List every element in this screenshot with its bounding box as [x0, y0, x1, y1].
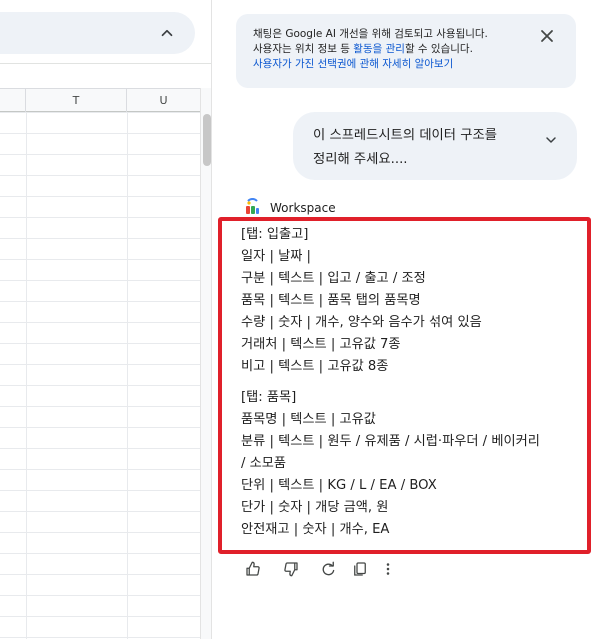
chevron-down-icon[interactable] — [543, 132, 559, 148]
thumb-down-icon[interactable] — [282, 560, 300, 578]
grid-row-line — [0, 406, 200, 407]
response-line: 분류 | 텍스트 | 원두 / 유제품 / 시럽·파우더 / 베이커리 — [241, 434, 540, 449]
response-block-items: [탭: 품목] 품목명 | 텍스트 | 고유값분류 | 텍스트 | 원두 / 유제… — [241, 387, 581, 541]
grid-row-line — [0, 133, 200, 134]
thumb-up-icon[interactable] — [244, 560, 262, 578]
notice-text: 사용자는 위치 정보 등 — [253, 43, 354, 55]
response-line: 단가 | 숫자 | 개당 금액, 원 — [241, 500, 389, 515]
response-line: 단위 | 텍스트 | KG / L / EA / BOX — [241, 478, 437, 493]
user-message-line-1: 이 스프레드시트의 데이터 구조를 — [313, 128, 497, 143]
grid-row-line — [0, 322, 200, 323]
user-message-bubble: 이 스프레드시트의 데이터 구조를 정리해 주세요.... — [293, 112, 577, 180]
grid-column-line — [127, 112, 128, 639]
workspace-logo-icon — [246, 198, 259, 214]
grid-row-line — [0, 448, 200, 449]
response-line: 안전재고 | 숫자 | 개수, EA — [241, 522, 390, 537]
response-line: 일자 | 날짜 | — [241, 249, 311, 264]
user-message-line-2: 정리해 주세요.... — [313, 152, 408, 167]
privacy-notice: 채팅은 Google AI 개선을 위해 검토되고 사용됩니다. 사용자는 위치… — [236, 14, 576, 88]
toolbar-divider — [0, 63, 211, 64]
assistant-response: [탭: 입출고] 일자 | 날짜 | 구분 | 텍스트 | 입고 / 출고 / 조정… — [241, 224, 581, 541]
assistant-name: Workspace — [270, 201, 336, 215]
grid-row-line — [0, 196, 200, 197]
more-vert-icon[interactable] — [379, 560, 397, 578]
column-header-partial[interactable] — [0, 89, 26, 112]
grid-row-line — [0, 469, 200, 470]
gemini-chat-pane: 채팅은 Google AI 개선을 위해 검토되고 사용됩니다. 사용자는 위치… — [213, 0, 610, 639]
app-window: T U 채팅은 Google AI 개선을 위해 검토되고 사용됩니다. 사용자… — [0, 0, 610, 639]
grid-row-line — [0, 154, 200, 155]
response-line: [탭: 입출고] — [241, 227, 309, 242]
grid-row-line — [0, 343, 200, 344]
response-line: 품목명 | 텍스트 | 고유값 — [241, 412, 376, 427]
column-header-t[interactable]: T — [26, 89, 127, 112]
chevron-up-icon[interactable] — [158, 24, 176, 42]
response-line: 구분 | 텍스트 | 입고 / 출고 / 조정 — [241, 271, 426, 286]
grid-row-line — [0, 259, 200, 260]
grid-row-line — [0, 532, 200, 533]
grid-row-line — [0, 364, 200, 365]
response-block-inout: [탭: 입출고] 일자 | 날짜 | 구분 | 텍스트 | 입고 / 출고 / 조정… — [241, 224, 581, 378]
grid-row-line — [0, 385, 200, 386]
grid-row-line — [0, 574, 200, 575]
grid-row-line — [0, 217, 200, 218]
notice-line-1: 채팅은 Google AI 개선을 위해 검토되고 사용됩니다. — [253, 28, 488, 40]
response-line: 품목 | 텍스트 | 품목 탭의 품목명 — [241, 293, 421, 308]
response-line: 수량 | 숫자 | 개수, 양수와 음수가 섞여 있음 — [241, 315, 482, 330]
grid-row-line — [0, 238, 200, 239]
grid-row-line — [0, 301, 200, 302]
copy-icon[interactable] — [351, 560, 369, 578]
cell-grid[interactable] — [0, 112, 200, 639]
grid-row-line — [0, 511, 200, 512]
refresh-icon[interactable] — [319, 560, 337, 578]
close-icon[interactable] — [540, 29, 554, 43]
spreadsheet-pane: T U — [0, 0, 212, 639]
response-line: / 소모품 — [241, 456, 287, 471]
response-line: [탭: 품목] — [241, 390, 297, 405]
grid-row-line — [0, 112, 200, 113]
response-line: 비고 | 텍스트 | 고유값 8종 — [241, 359, 389, 374]
notice-line-2: 사용자는 위치 정보 등 활동을 관리할 수 있습니다. — [253, 42, 536, 57]
grid-column-line — [26, 112, 27, 639]
scrollbar-thumb[interactable] — [203, 114, 211, 166]
vertical-scrollbar[interactable] — [200, 88, 211, 639]
column-header-row: T U — [0, 88, 200, 112]
grid-row-line — [0, 175, 200, 176]
learn-more-link[interactable]: 사용자가 가진 선택권에 관해 자세히 알아보기 — [253, 57, 536, 72]
grid-row-line — [0, 490, 200, 491]
notice-text-suffix: 할 수 있습니다. — [404, 43, 473, 55]
grid-row-line — [0, 553, 200, 554]
column-header-u[interactable]: U — [127, 89, 200, 112]
grid-row-line — [0, 595, 200, 596]
grid-row-line — [0, 280, 200, 281]
grid-row-line — [0, 616, 200, 617]
grid-row-line — [0, 427, 200, 428]
grid-row-line — [0, 637, 200, 638]
response-line: 거래처 | 텍스트 | 고유값 7종 — [241, 337, 401, 352]
manage-activity-link[interactable]: 활동을 관리 — [353, 43, 405, 55]
